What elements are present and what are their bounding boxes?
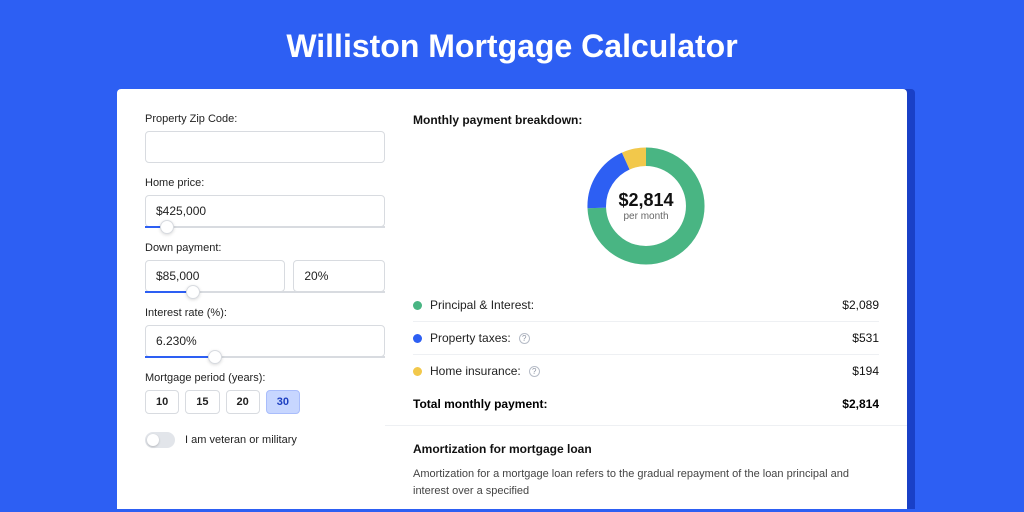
legend-row-green: Principal & Interest: $2,089: [413, 289, 879, 322]
amortization-body: Amortization for a mortgage loan refers …: [413, 466, 879, 499]
down-payment-field: Down payment:: [145, 242, 385, 293]
legend-dot-blue: [413, 334, 422, 343]
legend-value: $531: [852, 331, 879, 345]
legend-row-blue: Property taxes:? $531: [413, 322, 879, 355]
mortgage-period-field: Mortgage period (years): 1015 2030: [145, 372, 385, 414]
legend-label: Property taxes:: [430, 331, 511, 345]
total-row: Total monthly payment: $2,814: [413, 387, 879, 411]
zip-field: Property Zip Code:: [145, 113, 385, 163]
info-icon[interactable]: ?: [529, 366, 540, 377]
legend-value: $2,089: [842, 298, 879, 312]
legend-value: $194: [852, 364, 879, 378]
interest-rate-input[interactable]: [145, 325, 385, 357]
period-button-20[interactable]: 20: [226, 390, 260, 414]
zip-label: Property Zip Code:: [145, 113, 385, 125]
down-payment-percent-input[interactable]: [293, 260, 385, 292]
veteran-label: I am veteran or military: [185, 434, 297, 446]
page-title: Williston Mortgage Calculator: [0, 0, 1024, 89]
home-price-field: Home price:: [145, 177, 385, 228]
legend-label: Home insurance:: [430, 364, 521, 378]
legend-dot-green: [413, 301, 422, 310]
legend-label: Principal & Interest:: [430, 298, 534, 312]
home-price-input[interactable]: [145, 195, 385, 227]
payment-donut-chart: $2,814 per month: [581, 141, 711, 271]
period-button-15[interactable]: 15: [185, 390, 219, 414]
veteran-toggle-row: I am veteran or military: [145, 432, 385, 448]
down-payment-slider[interactable]: [145, 291, 385, 293]
veteran-toggle[interactable]: [145, 432, 175, 448]
home-price-slider[interactable]: [145, 226, 385, 228]
period-button-30[interactable]: 30: [266, 390, 300, 414]
breakdown-title: Monthly payment breakdown:: [413, 113, 879, 127]
legend-row-yellow: Home insurance:? $194: [413, 355, 879, 387]
interest-rate-field: Interest rate (%):: [145, 307, 385, 358]
amortization-title: Amortization for mortgage loan: [413, 442, 879, 456]
total-value: $2,814: [842, 397, 879, 411]
down-payment-label: Down payment:: [145, 242, 385, 254]
total-label: Total monthly payment:: [413, 397, 547, 411]
down-payment-amount-input[interactable]: [145, 260, 285, 292]
calculator-card: Property Zip Code: Home price: Down paym…: [117, 89, 907, 509]
form-column: Property Zip Code: Home price: Down paym…: [145, 113, 385, 499]
donut-center-amount: $2,814: [618, 190, 673, 211]
mortgage-period-label: Mortgage period (years):: [145, 372, 385, 384]
interest-rate-label: Interest rate (%):: [145, 307, 385, 319]
interest-rate-slider[interactable]: [145, 356, 385, 358]
home-price-label: Home price:: [145, 177, 385, 189]
period-button-10[interactable]: 10: [145, 390, 179, 414]
breakdown-column: Monthly payment breakdown: $2,814 per mo…: [413, 113, 879, 499]
zip-input[interactable]: [145, 131, 385, 163]
legend-dot-yellow: [413, 367, 422, 376]
donut-center-sub: per month: [623, 211, 668, 222]
info-icon[interactable]: ?: [519, 333, 530, 344]
